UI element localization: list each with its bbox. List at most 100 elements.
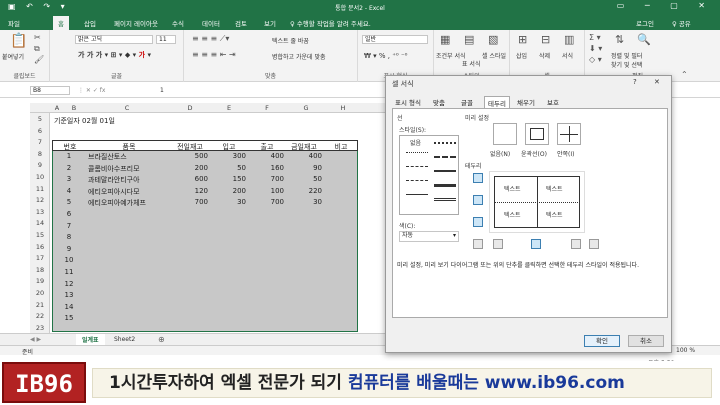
quantity-cell[interactable]: 200 <box>170 164 208 172</box>
row-number-cell[interactable]: 1 <box>54 152 84 160</box>
cell-styles-icon[interactable]: ▧ <box>488 33 498 46</box>
border-preview[interactable]: 텍스트 텍스트 텍스트 텍스트 <box>489 171 585 233</box>
column-header[interactable]: F <box>248 104 286 112</box>
row-header[interactable]: 12 <box>30 196 50 204</box>
cell-styles-button[interactable]: 셀 스타일 <box>482 51 506 60</box>
line-style-option[interactable] <box>406 152 428 153</box>
format-cells-button[interactable]: 서식 <box>562 51 573 60</box>
row-header[interactable]: 18 <box>30 266 50 274</box>
row-header[interactable]: 23 <box>30 324 50 332</box>
quantity-cell[interactable]: 90 <box>284 164 322 172</box>
row-header[interactable]: 17 <box>30 254 50 262</box>
insert-cells-icon[interactable]: ⊞ <box>518 33 527 46</box>
conditional-format-icon[interactable]: ▦ <box>440 33 450 46</box>
fill-icon[interactable]: ⬇ ▾ <box>589 44 602 53</box>
item-name-cell[interactable]: 에티오피아예가체프 <box>88 198 168 208</box>
row-header[interactable]: 11 <box>30 185 50 193</box>
item-name-cell[interactable]: 에티오피아시다모 <box>88 187 168 197</box>
quantity-cell[interactable]: 100 <box>248 187 284 195</box>
column-header[interactable]: A <box>50 104 64 112</box>
base-date-cell[interactable]: 기준일자 02월 01일 <box>52 116 352 128</box>
border-top-button[interactable] <box>473 173 483 183</box>
collapse-ribbon-icon[interactable]: ⌃ <box>681 70 688 79</box>
row-number-cell[interactable]: 10 <box>54 256 84 264</box>
row-number-cell[interactable]: 5 <box>54 198 84 206</box>
login-link[interactable]: 로그인 <box>636 18 654 28</box>
quantity-cell[interactable]: 30 <box>284 198 322 206</box>
wrap-text-button[interactable]: 텍스트 줄 바꿈 <box>272 36 309 45</box>
preset-outline-button[interactable] <box>525 123 549 145</box>
quantity-cell[interactable]: 120 <box>170 187 208 195</box>
line-style-option[interactable] <box>434 170 456 172</box>
border-middle-v-button[interactable] <box>531 239 541 249</box>
add-sheet-icon[interactable]: ⊕ <box>158 335 165 344</box>
insert-cells-button[interactable]: 삽입 <box>516 51 527 60</box>
quantity-cell[interactable]: 150 <box>210 175 246 183</box>
quantity-cell[interactable]: 700 <box>170 198 208 206</box>
item-name-cell[interactable]: 브라질산토스 <box>88 152 168 162</box>
row-number-cell[interactable]: 4 <box>54 187 84 195</box>
column-header[interactable]: G <box>286 104 326 112</box>
row-header[interactable]: 6 <box>30 127 50 135</box>
preset-none-button[interactable] <box>493 123 517 145</box>
border-bottom-button[interactable] <box>473 217 483 227</box>
row-number-cell[interactable]: 15 <box>54 314 84 322</box>
dialog-tab-number[interactable]: 표시 형식 <box>392 96 424 108</box>
quantity-cell[interactable]: 30 <box>210 198 246 206</box>
tab-page-layout[interactable]: 페이지 레이아웃 <box>114 18 158 28</box>
tab-view[interactable]: 보기 <box>264 18 276 28</box>
row-number-cell[interactable]: 12 <box>54 280 84 288</box>
clear-icon[interactable]: ◇ ▾ <box>589 55 602 64</box>
tab-insert[interactable]: 삽입 <box>84 18 96 28</box>
tab-formulas[interactable]: 수식 <box>172 18 184 28</box>
quantity-cell[interactable]: 160 <box>248 164 284 172</box>
border-right-button[interactable] <box>571 239 581 249</box>
row-number-cell[interactable]: 2 <box>54 164 84 172</box>
quantity-cell[interactable]: 700 <box>248 198 284 206</box>
dialog-tab-font[interactable]: 글꼴 <box>458 96 476 108</box>
tab-data[interactable]: 데이터 <box>202 18 220 28</box>
delete-cells-icon[interactable]: ⊟ <box>541 33 550 46</box>
column-header[interactable]: B <box>64 104 84 112</box>
border-diag-down-button[interactable] <box>589 239 599 249</box>
quantity-cell[interactable]: 400 <box>248 152 284 160</box>
tell-me-search[interactable]: ♀ 수행할 작업을 알려 주세요. <box>290 18 371 28</box>
quantity-cell[interactable]: 300 <box>210 152 246 160</box>
border-middle-h-button[interactable] <box>473 195 483 205</box>
tab-file[interactable]: 파일 <box>8 18 20 28</box>
row-header[interactable]: 19 <box>30 277 50 285</box>
quantity-cell[interactable]: 700 <box>248 175 284 183</box>
row-header[interactable]: 22 <box>30 312 50 320</box>
font-name-box[interactable]: 맑은 고딕 <box>75 35 153 44</box>
sort-filter-icon[interactable]: ⇅ <box>615 33 624 46</box>
row-number-cell[interactable]: 13 <box>54 291 84 299</box>
cut-icon[interactable]: ✂ <box>34 33 41 42</box>
number-format-box[interactable]: 일반 <box>362 35 428 44</box>
column-header[interactable]: E <box>210 104 248 112</box>
quantity-cell[interactable]: 400 <box>284 152 322 160</box>
merge-center-button[interactable]: 병합하고 가운데 맞춤 <box>272 52 326 61</box>
row-header[interactable]: 20 <box>30 289 50 297</box>
line-style-option[interactable] <box>406 194 428 195</box>
row-header[interactable]: 14 <box>30 219 50 227</box>
row-number-cell[interactable]: 14 <box>54 303 84 311</box>
paste-button[interactable]: 붙여넣기 <box>2 52 24 61</box>
formula-buttons[interactable]: ⋮ ✕ ✓ fx <box>78 87 105 94</box>
row-number-cell[interactable]: 3 <box>54 175 84 183</box>
quantity-cell[interactable]: 500 <box>170 152 208 160</box>
format-cells-icon[interactable]: ▥ <box>564 33 574 46</box>
row-number-cell[interactable]: 6 <box>54 210 84 218</box>
name-box[interactable]: B8 <box>30 86 70 95</box>
line-style-option[interactable] <box>434 142 456 144</box>
copy-icon[interactable]: ⧉ <box>34 44 40 54</box>
row-header[interactable]: 13 <box>30 208 50 216</box>
quantity-cell[interactable]: 50 <box>210 164 246 172</box>
delete-cells-button[interactable]: 삭제 <box>539 51 550 60</box>
number-format-buttons[interactable]: ₩ ▾ % , ⁺⁰ ⁻⁰ <box>364 52 407 60</box>
column-header[interactable]: C <box>84 104 170 112</box>
dialog-tab-alignment[interactable]: 맞춤 <box>430 96 448 108</box>
line-style-option[interactable] <box>434 184 456 187</box>
item-name-cell[interactable]: 과테말라안티구아 <box>88 175 168 185</box>
cancel-button[interactable]: 취소 <box>628 335 664 347</box>
preset-inside-button[interactable] <box>557 123 581 145</box>
